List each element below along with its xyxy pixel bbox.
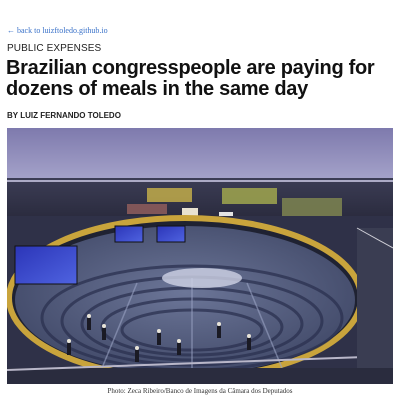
article-headline: Brazilian congresspeople are paying for … xyxy=(6,57,375,100)
article-byline: BY LUIZ FERNANDO TOLEDO xyxy=(7,111,121,120)
back-link[interactable]: ← back to luizftoledo.github.io xyxy=(7,26,108,35)
article-photo xyxy=(7,128,393,384)
section-label: PUBLIC EXPENSES xyxy=(7,43,102,54)
plenary-photo-illustration xyxy=(7,128,393,384)
photo-caption: Photo: Zeca Ribeiro/Banco de Imagens da … xyxy=(107,387,293,395)
left-arrow-icon: ← xyxy=(7,26,15,35)
back-link-label: back to luizftoledo.github.io xyxy=(17,26,108,35)
